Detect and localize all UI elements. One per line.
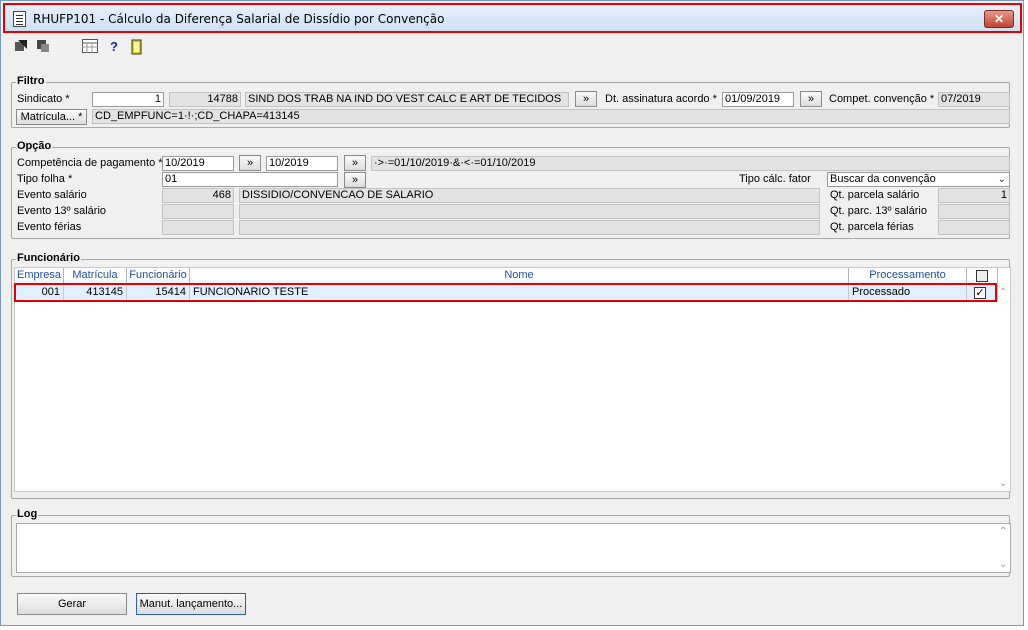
matricula-button[interactable]: Matrícula... * (16, 109, 87, 125)
tipo-folha-input[interactable]: 01 (162, 172, 338, 187)
close-button[interactable]: ✕ (984, 10, 1014, 28)
funcionario-title: Funcionário (16, 252, 81, 264)
qt-parc-13-label: Qt. parc. 13º salário (830, 205, 927, 217)
sindicato-name-field: SIND DOS TRAB NA IND DO VEST CALC E ART … (245, 92, 569, 107)
matricula-filter-field: CD_EMPFUNC=1·!·;CD_CHAPA=413145 (92, 109, 1010, 124)
sindicato-label: Sindicato * (17, 93, 70, 105)
chevron-down-icon[interactable]: ⌄ (998, 173, 1006, 186)
log-scrollbar[interactable]: ⌃ ⌄ (996, 524, 1010, 572)
tipo-calc-select[interactable]: Buscar da convenção ⌄ (827, 172, 1010, 187)
title-bar: RHUFP101 - Cálculo da Diferença Salarial… (3, 3, 1022, 33)
col-matricula[interactable]: Matrícula (64, 268, 127, 284)
evento-ferias-label: Evento férias (17, 221, 82, 233)
qt-parcela-ferias-label: Qt. parcela férias (830, 221, 914, 233)
competencia-to-input[interactable]: 10/2019 (266, 156, 338, 171)
filtro-title: Filtro (16, 75, 46, 87)
opcao-title: Opção (16, 140, 53, 152)
log-scroll-down-icon[interactable]: ⌄ (999, 559, 1007, 570)
col-funcionario[interactable]: Funcionário (127, 268, 190, 284)
evento-13-code-field (162, 204, 234, 219)
tipo-folha-lookup-button[interactable]: » (344, 172, 366, 188)
evento-salario-desc-field: DISSIDIO/CONVENCAO DE SALARIO (239, 188, 820, 203)
sindicato-code-input[interactable]: 1 (92, 92, 164, 107)
col-nome[interactable]: Nome (190, 268, 849, 284)
dt-assinatura-lookup-button[interactable]: » (800, 91, 822, 107)
exit-icon[interactable] (129, 39, 145, 55)
grid-scrollbar[interactable]: ⌃ ⌄ (996, 285, 1010, 491)
window-title: RHUFP101 - Cálculo da Diferença Salarial… (33, 12, 445, 26)
qt-parcela-salario-field: 1 (938, 188, 1010, 203)
dt-assinatura-input[interactable]: 01/09/2019 (722, 92, 794, 107)
qt-parcela-ferias-field (938, 220, 1010, 235)
execute-icon[interactable] (13, 39, 29, 55)
col-processamento[interactable]: Processamento (849, 268, 967, 284)
competencia-expression-field: ·>·=01/10/2019·&·<·=01/10/2019 (371, 156, 1010, 171)
dt-assinatura-label: Dt. assinatura acordo * (605, 93, 717, 105)
compet-convencao-field: 07/2019 (938, 92, 1010, 107)
selected-row-highlight (14, 283, 997, 302)
evento-ferias-desc-field (239, 220, 820, 235)
evento-salario-code-field: 468 (162, 188, 234, 203)
col-empresa[interactable]: Empresa (15, 268, 64, 284)
scroll-up-icon[interactable]: ⌃ (999, 287, 1007, 298)
calculator-icon[interactable] (82, 39, 98, 55)
tipo-calc-label: Tipo cálc. fator (739, 173, 811, 185)
stop-icon[interactable] (35, 39, 51, 55)
manut-lancamento-button[interactable]: Manut. lançamento... (136, 593, 246, 615)
evento-13-desc-field (239, 204, 820, 219)
select-all-checkbox[interactable] (976, 270, 988, 282)
log-scroll-up-icon[interactable]: ⌃ (999, 526, 1007, 537)
competencia-to-lookup-button[interactable]: » (344, 155, 366, 171)
help-icon[interactable]: ? (106, 39, 122, 55)
evento-ferias-code-field (162, 220, 234, 235)
competencia-from-lookup-button[interactable]: » (239, 155, 261, 171)
tipo-folha-label: Tipo folha * (17, 173, 73, 185)
grid-header: Empresa Matrícula Funcionário Nome Proce… (15, 268, 998, 284)
tipo-calc-value: Buscar da convenção (830, 173, 936, 185)
gerar-button[interactable]: Gerar (17, 593, 127, 615)
sindicato-id-field: 14788 (169, 92, 241, 107)
qt-parcela-salario-label: Qt. parcela salário (830, 189, 920, 201)
log-textarea[interactable]: ⌃ ⌄ (16, 523, 1011, 573)
competencia-label: Competência de pagamento * (17, 157, 163, 169)
sindicato-lookup-button[interactable]: » (575, 91, 597, 107)
compet-convencao-label: Compet. convenção * (829, 93, 935, 105)
main-window: RHUFP101 - Cálculo da Diferença Salarial… (0, 0, 1024, 626)
log-title: Log (16, 508, 39, 520)
competencia-from-input[interactable]: 10/2019 (162, 156, 234, 171)
evento-salario-label: Evento salário (17, 189, 87, 201)
qt-parc-13-field (938, 204, 1010, 219)
evento-13-label: Evento 13º salário (17, 205, 107, 217)
col-select-all[interactable] (967, 268, 998, 284)
document-icon (13, 11, 26, 27)
scroll-down-icon[interactable]: ⌄ (999, 478, 1007, 489)
